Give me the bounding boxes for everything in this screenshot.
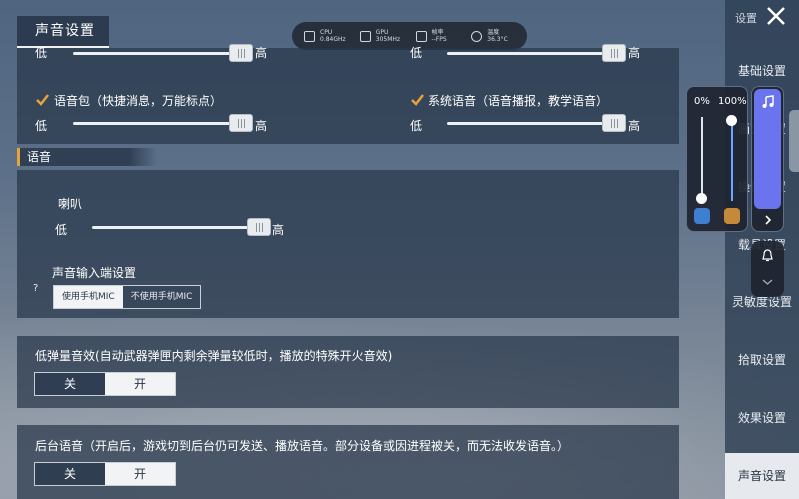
voice-pack-slider-track[interactable]	[73, 122, 251, 125]
speaker-slider-track[interactable]	[92, 226, 270, 229]
temperature-icon	[471, 30, 483, 42]
mic-input-label: 声音输入端设置	[52, 266, 137, 280]
perf-value: 305MHz	[375, 36, 401, 43]
perf-gpu: GPU 305MHz	[359, 29, 416, 43]
voice-pack-label: 语音包（快捷消息，万能标点）	[54, 94, 223, 108]
perf-value: 36.3°C	[487, 36, 508, 43]
volume-left-track[interactable]	[701, 117, 703, 201]
ringer-overlay[interactable]	[751, 241, 784, 297]
sidebar-item-sound[interactable]: 声音设置	[725, 453, 799, 499]
perf-value: --FPS	[431, 36, 447, 43]
fps-icon	[415, 30, 427, 42]
music-volume-overlay[interactable]	[751, 86, 784, 232]
slider-high-label: 高	[255, 46, 268, 60]
system-voice-slider-track[interactable]	[447, 122, 625, 125]
voice-pack-checkbox[interactable]	[35, 92, 49, 106]
system-voice-high-label: 高	[628, 119, 641, 133]
volume-left-knob[interactable]	[696, 193, 707, 204]
slider-low-label: 低	[35, 46, 48, 60]
game-icon[interactable]	[724, 208, 740, 224]
low-ammo-off-button[interactable]: 关	[35, 373, 105, 395]
chevron-right-icon[interactable]	[762, 214, 774, 226]
close-icon[interactable]	[764, 4, 788, 28]
settings-main: 声音设置 CPU 0.84GHz GPU 305MHz 帧率 --FPS 温度 36.3…	[0, 0, 725, 499]
cpu-icon	[304, 30, 315, 42]
help-icon[interactable]: ?	[33, 283, 38, 294]
bell-icon	[762, 249, 773, 262]
speaker-label: 喇叭	[58, 197, 83, 211]
background-voice-toggle: 关 开	[34, 462, 176, 486]
volume-min-label: 0%	[694, 96, 710, 107]
perf-label: CPU	[320, 29, 333, 36]
use-phone-mic-button[interactable]: 使用手机MIC	[54, 286, 123, 308]
partial-slider-right-thumb[interactable]	[602, 44, 626, 62]
app-icon[interactable]	[694, 208, 710, 224]
page-title: 声音设置	[17, 16, 109, 48]
perf-value: 0.84GHz	[320, 36, 346, 43]
system-voice-slider-thumb[interactable]	[602, 114, 626, 132]
voice-pack-slider-thumb[interactable]	[229, 114, 253, 132]
chevron-down-icon[interactable]	[762, 279, 773, 285]
speaker-low-label: 低	[55, 223, 68, 237]
perf-cpu: CPU 0.84GHz	[304, 29, 360, 43]
sidebar-item-basic[interactable]: 基础设置	[725, 62, 799, 79]
voice-pack-high-label: 高	[255, 119, 268, 133]
background-voice-off-button[interactable]: 关	[35, 463, 105, 485]
volume-right-track[interactable]	[731, 117, 733, 201]
low-ammo-toggle: 关 开	[34, 372, 176, 396]
low-ammo-label: 低弹量音效(自动武器弹匣内剩余弹量较低时，播放的特殊开火音效)	[35, 349, 393, 363]
perf-fps: 帧率 --FPS	[415, 29, 472, 43]
mic-input-toggle: 使用手机MIC 不使用手机MIC	[53, 285, 202, 309]
gpu-icon	[359, 30, 371, 42]
perf-label: 温度	[487, 29, 500, 36]
sidebar-scroll-handle[interactable]	[789, 110, 799, 172]
perf-temp: 温度 36.3°C	[471, 29, 527, 43]
system-voice-checkbox[interactable]	[410, 92, 424, 106]
volume-overlay: 0% 100%	[686, 86, 748, 232]
perf-label: GPU	[375, 29, 389, 36]
settings-top-label: 设置	[735, 12, 757, 25]
sidebar-item-pickup[interactable]: 拾取设置	[725, 351, 799, 368]
partial-slider-left-thumb[interactable]	[229, 44, 253, 62]
slider-low-label: 低	[410, 46, 423, 60]
partial-slider-right-track[interactable]	[447, 52, 625, 55]
music-note-icon	[762, 95, 774, 108]
system-voice-label: 系统语音（语音播报，教学语音）	[428, 94, 609, 108]
partial-slider-left-track[interactable]	[73, 52, 251, 55]
voice-section-header: 语音	[17, 148, 157, 166]
low-ammo-on-button[interactable]: 开	[105, 373, 175, 395]
no-phone-mic-button[interactable]: 不使用手机MIC	[122, 286, 201, 308]
background-voice-label: 后台语音（开启后，游戏切到后台仍可发送、播放语音。部分设备或因进程被关，而无法收…	[35, 439, 570, 453]
speaker-high-label: 高	[272, 223, 285, 237]
system-voice-low-label: 低	[410, 119, 423, 133]
background-voice-on-button[interactable]: 开	[105, 463, 175, 485]
slider-high-label: 高	[628, 46, 641, 60]
perf-label: 帧率	[431, 29, 444, 36]
volume-right-knob[interactable]	[726, 115, 737, 126]
voice-pack-low-label: 低	[35, 119, 48, 133]
volume-max-label: 100%	[718, 96, 747, 107]
sidebar-item-effects[interactable]: 效果设置	[725, 409, 799, 426]
speaker-slider-thumb[interactable]	[247, 218, 271, 236]
